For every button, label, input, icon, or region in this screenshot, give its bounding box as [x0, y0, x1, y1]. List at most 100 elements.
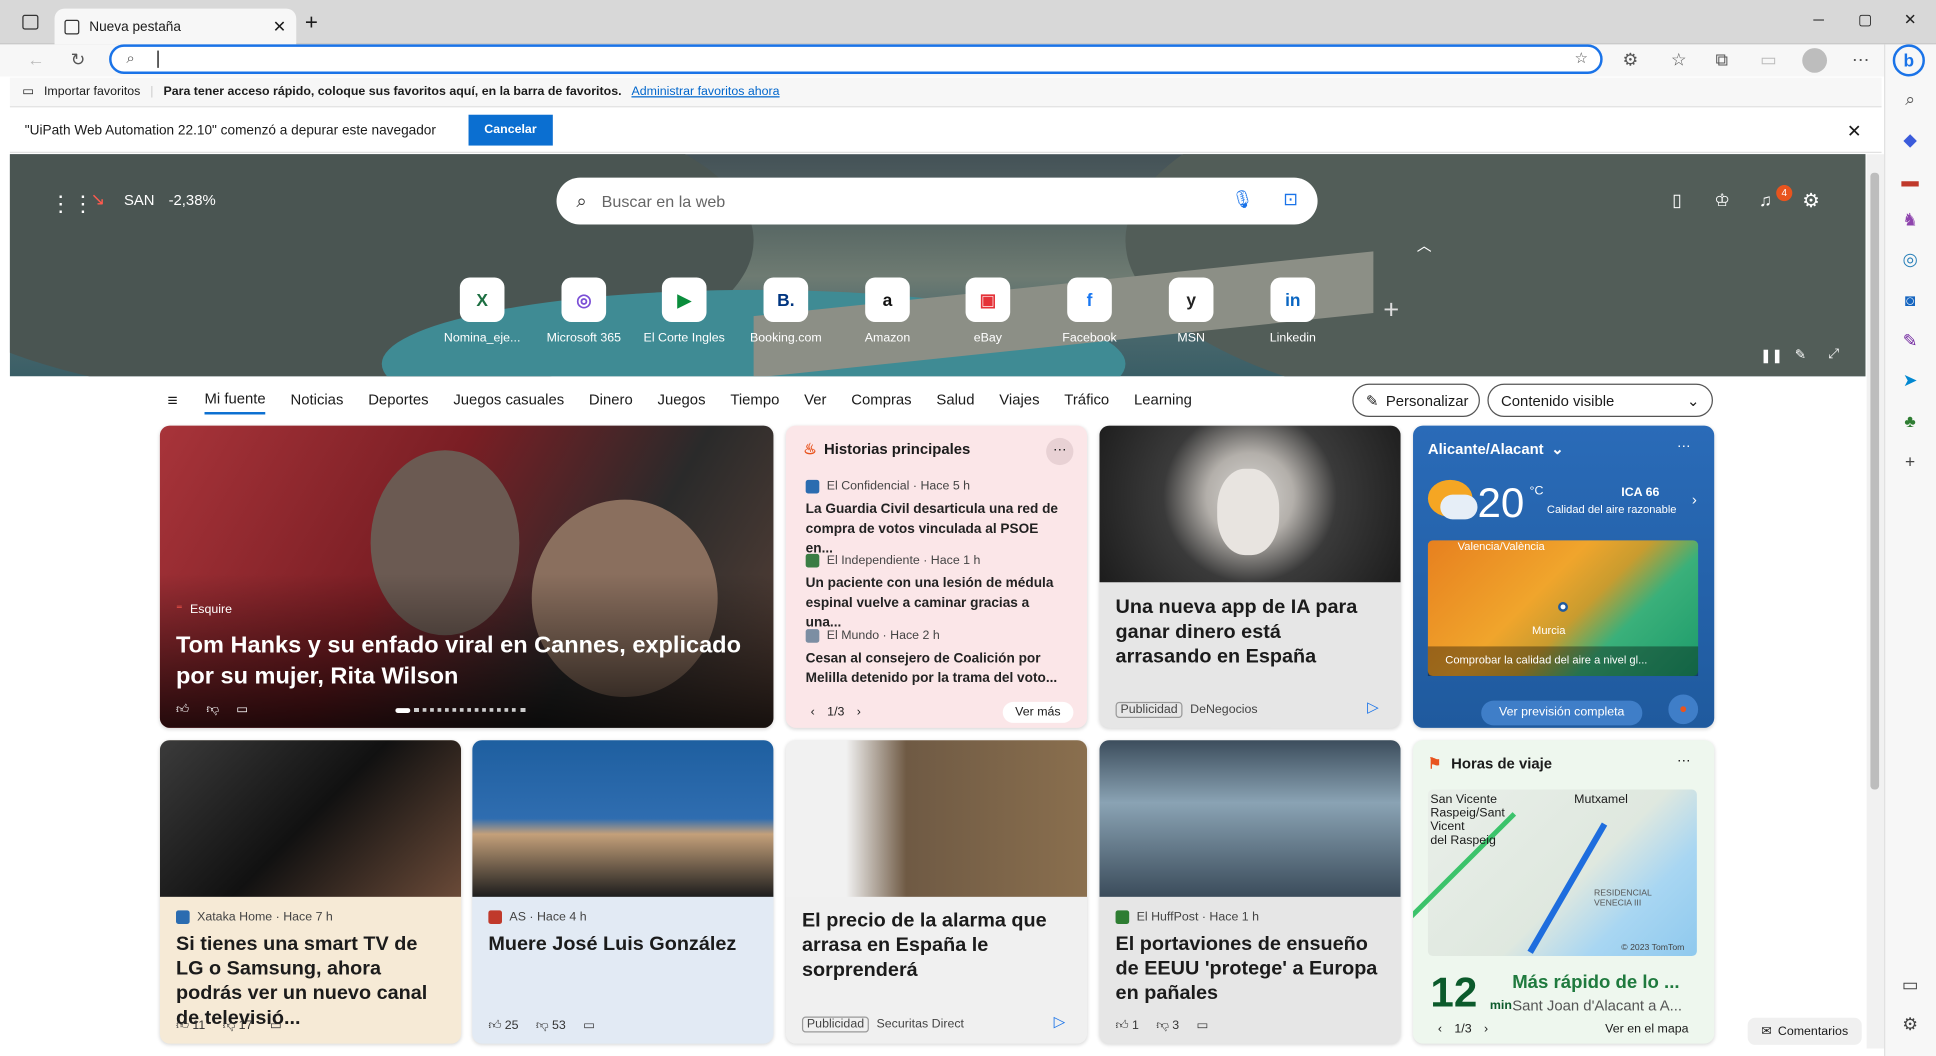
- shortcut-tile[interactable]: B. Booking.com: [736, 277, 835, 345]
- add-favorite-icon[interactable]: ☆: [1574, 49, 1587, 66]
- collapse-chevron-icon[interactable]: ︿: [1417, 234, 1432, 255]
- notifications-icon[interactable]: ♫: [1759, 190, 1772, 210]
- feedback-button[interactable]: ✉ Comentarios: [1747, 1017, 1862, 1045]
- shortcut-tile[interactable]: in Linkedin: [1243, 277, 1342, 345]
- nav-item[interactable]: Salud: [936, 391, 974, 413]
- ad-card[interactable]: Una nueva app de IA para ganar dinero es…: [1099, 425, 1401, 728]
- news-title[interactable]: Muere José Luis González: [488, 933, 761, 958]
- tree-icon[interactable]: ♣: [1898, 411, 1923, 431]
- expand-icon[interactable]: ⤢: [1828, 347, 1839, 363]
- close-window-button[interactable]: ✕: [1904, 11, 1916, 28]
- performance-icon[interactable]: ▭: [1760, 49, 1776, 70]
- shortcut-tile[interactable]: y MSN: [1142, 277, 1241, 345]
- comment-icon[interactable]: ▭: [236, 703, 248, 717]
- news-card[interactable]: Xataka Home · Hace 7 h Si tienes una smar…: [159, 740, 462, 1044]
- profile-avatar[interactable]: [1802, 48, 1828, 73]
- more-options-icon[interactable]: ⋯: [1046, 437, 1074, 466]
- like-icon[interactable]: 👍︎ 11: [176, 1018, 205, 1033]
- nav-item[interactable]: Tiempo: [730, 391, 779, 413]
- back-icon[interactable]: ←: [27, 49, 44, 69]
- news-card[interactable]: AS · Hace 4 h Muere José Luis González 👍︎ …: [472, 740, 774, 1044]
- nav-item[interactable]: Learning: [1134, 391, 1192, 413]
- add-sidebar-icon[interactable]: +: [1898, 451, 1923, 471]
- stock-symbol[interactable]: SAN: [124, 191, 155, 208]
- hero-news-card[interactable]: ⁼ Esquire Tom Hanks y su enfado viral en…: [159, 425, 774, 728]
- dislike-icon[interactable]: 👎︎ 17: [223, 1018, 253, 1033]
- check-air-quality[interactable]: Comprobar la calidad del aire a nivel gl…: [1427, 646, 1699, 677]
- more-options-icon[interactable]: ⋯: [1677, 752, 1691, 769]
- news-card[interactable]: El precio de la alarma que arrasa en Esp…: [785, 740, 1088, 1044]
- import-favorites[interactable]: Importar favoritos: [44, 85, 140, 99]
- next-icon[interactable]: ›: [1484, 1023, 1488, 1037]
- story-title[interactable]: Un paciente con una lesión de médula esp…: [806, 574, 1069, 633]
- weather-location[interactable]: Alicante/Alacant: [1428, 440, 1544, 457]
- pause-icon[interactable]: ❚❚: [1760, 348, 1783, 364]
- chevron-down-icon[interactable]: ⌄: [1551, 440, 1563, 457]
- air-quality-map[interactable]: Valencia/València Murcia Comprobar la ca…: [1427, 540, 1699, 677]
- shortcut-tile[interactable]: ▶ El Corte Ingles: [635, 277, 734, 345]
- wallpaper-icon[interactable]: ✎: [1795, 347, 1806, 363]
- view-map-link[interactable]: Ver en el mapa: [1605, 1023, 1688, 1037]
- prev-icon[interactable]: ‹: [1438, 1023, 1442, 1037]
- settings-icon[interactable]: ⚙: [1802, 189, 1820, 214]
- weather-app-icon[interactable]: ●: [1668, 694, 1699, 725]
- story-title[interactable]: La Guardia Civil desarticula una red de …: [806, 500, 1069, 559]
- collections-icon[interactable]: ⧉: [1715, 49, 1727, 70]
- shortcut-tile[interactable]: ◎ Microsoft 365: [534, 277, 633, 345]
- shortcut-tile[interactable]: a Amazon: [838, 277, 937, 345]
- personalize-button[interactable]: ✎ Personalizar: [1352, 383, 1480, 417]
- nav-item[interactable]: Juegos casuales: [453, 391, 564, 413]
- news-title[interactable]: El portaviones de ensueño de EEUU 'prote…: [1116, 933, 1389, 1007]
- tools-icon[interactable]: ▬: [1898, 170, 1923, 190]
- extensions-icon[interactable]: ⚙: [1623, 49, 1639, 70]
- ad-choices-icon[interactable]: ▷: [1367, 698, 1378, 715]
- nav-item[interactable]: Compras: [851, 391, 911, 413]
- tab-new-tab[interactable]: Nueva pestaña ✕: [54, 8, 297, 45]
- comment-icon[interactable]: ▭: [270, 1018, 282, 1032]
- comment-icon[interactable]: ▭: [1196, 1018, 1208, 1032]
- minimize-button[interactable]: ─: [1813, 11, 1824, 28]
- outlook-icon[interactable]: ◙: [1898, 290, 1923, 310]
- nav-item[interactable]: Dinero: [589, 391, 633, 413]
- search-icon[interactable]: ⌕: [1898, 89, 1923, 110]
- refresh-icon[interactable]: ↻: [71, 49, 86, 70]
- travel-map[interactable]: San Vicente Raspeig/Sant Vicent del Raspeig…: [1413, 789, 1697, 957]
- carousel-dots[interactable]: [395, 708, 544, 714]
- hero-title[interactable]: Tom Hanks y su enfado viral en Cannes, e…: [176, 630, 759, 692]
- visual-search-icon[interactable]: ⊡: [1283, 189, 1298, 210]
- scrollbar-thumb[interactable]: [1870, 172, 1880, 790]
- like-icon[interactable]: 👍︎: [176, 702, 189, 717]
- manage-favorites-link[interactable]: Administrar favoritos ahora: [631, 85, 779, 99]
- add-site-icon[interactable]: +: [1383, 294, 1399, 326]
- next-icon[interactable]: ›: [857, 706, 861, 720]
- web-search-box[interactable]: ⌕ Buscar en la web 🎙 ⊡: [556, 177, 1318, 225]
- tab-actions-icon[interactable]: [22, 14, 39, 30]
- ad-choices-icon[interactable]: ▷: [1054, 1013, 1065, 1030]
- nav-item[interactable]: Deportes: [368, 391, 428, 413]
- like-icon[interactable]: 👍︎ 25: [488, 1018, 518, 1033]
- bing-chat-icon[interactable]: b: [1892, 44, 1925, 77]
- dislike-icon[interactable]: 👎︎ 53: [536, 1018, 566, 1033]
- chevron-right-icon[interactable]: ›: [1692, 491, 1697, 508]
- prev-icon[interactable]: ‹: [811, 706, 815, 720]
- news-card[interactable]: El HuffPost · Hace 1 h El portaviones de …: [1099, 740, 1401, 1044]
- sidebar-settings-icon[interactable]: ⚙: [1898, 1014, 1923, 1035]
- designer-icon[interactable]: ✎: [1898, 331, 1923, 352]
- microphone-icon[interactable]: 🎙: [1231, 189, 1253, 210]
- menu-icon[interactable]: ≡: [167, 390, 177, 410]
- nav-item[interactable]: Noticias: [290, 391, 343, 413]
- cancel-button[interactable]: Cancelar: [468, 114, 553, 146]
- close-banner-icon[interactable]: ✕: [1847, 121, 1862, 142]
- dislike-icon[interactable]: 👎︎: [206, 702, 219, 717]
- tab-close-icon[interactable]: ✕: [273, 17, 287, 37]
- rewards-icon[interactable]: ♔: [1714, 190, 1730, 211]
- shortcut-tile[interactable]: ▣ eBay: [938, 277, 1037, 345]
- sidebar-toggle-icon[interactable]: ▭: [1898, 975, 1923, 996]
- story-title[interactable]: Cesan al consejero de Coalición por Meli…: [806, 649, 1069, 688]
- games-icon[interactable]: ♞: [1898, 210, 1923, 231]
- address-bar[interactable]: ⌕ ☆: [109, 44, 1603, 75]
- like-icon[interactable]: 👍︎ 1: [1116, 1018, 1139, 1033]
- apps-grid-icon[interactable]: ⋮⋮: [50, 191, 95, 217]
- phone-icon[interactable]: ▯: [1672, 190, 1682, 211]
- more-menu-icon[interactable]: ⋯: [1852, 49, 1869, 70]
